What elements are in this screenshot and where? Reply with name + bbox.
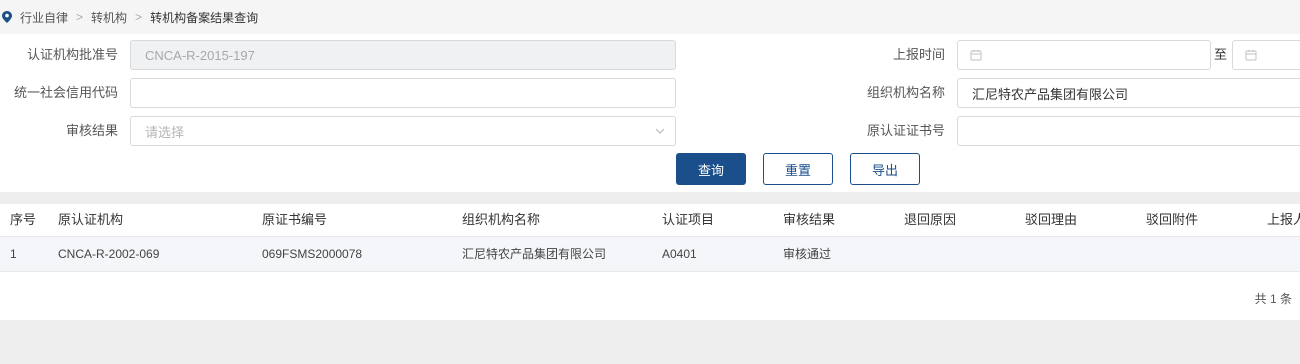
table-row[interactable]: 1 CNCA-R-2002-069 069FSMS2000078 汇尼特农产品集… bbox=[0, 237, 1300, 272]
credit-code-label: 统一社会信用代码 bbox=[13, 85, 118, 100]
approval-no-field: CNCA-R-2015-197 bbox=[130, 40, 676, 70]
chevron-down-icon bbox=[655, 128, 665, 134]
column-header-orig-cert-body: 原认证机构 bbox=[58, 212, 124, 227]
column-header-org-name: 组织机构名称 bbox=[462, 212, 541, 227]
location-pin-icon bbox=[2, 11, 12, 23]
column-header-cert-item: 认证项目 bbox=[662, 212, 715, 227]
breadcrumb-item-industry[interactable]: 行业自律 bbox=[20, 9, 68, 26]
calendar-icon bbox=[1245, 50, 1257, 61]
pagination-total: 共 1 条 bbox=[1254, 292, 1292, 306]
cell-index: 1 bbox=[10, 247, 17, 261]
breadcrumb-item-current: 转机构备案结果查询 bbox=[150, 10, 259, 25]
orig-cert-no-field[interactable] bbox=[957, 116, 1300, 146]
cell-orig-cert-body: CNCA-R-2002-069 bbox=[58, 247, 160, 261]
breadcrumb-item-transfer[interactable]: 转机构 bbox=[91, 9, 127, 26]
section-divider bbox=[0, 192, 1300, 204]
review-result-placeholder: 请选择 bbox=[145, 124, 185, 140]
reset-button[interactable]: 重置 bbox=[763, 153, 833, 185]
cell-review-result: 审核通过 bbox=[783, 247, 832, 261]
cell-cert-item: A0401 bbox=[662, 247, 697, 261]
org-name-label: 组织机构名称 bbox=[866, 85, 945, 100]
breadcrumb-separator: > bbox=[135, 10, 143, 24]
credit-code-field[interactable] bbox=[130, 78, 676, 108]
query-button[interactable]: 查询 bbox=[676, 153, 746, 185]
report-time-end-field[interactable] bbox=[1232, 40, 1300, 70]
page-footer-area bbox=[0, 320, 1300, 364]
review-result-select[interactable]: 请选择 bbox=[130, 116, 676, 146]
column-header-return-reason: 退回原因 bbox=[904, 212, 957, 227]
report-time-label: 上报时间 bbox=[892, 47, 945, 62]
breadcrumb: 行业自律 > 转机构 > 转机构备案结果查询 bbox=[0, 0, 1300, 34]
orig-cert-no-label: 原认证证书号 bbox=[866, 123, 945, 138]
search-form: 认证机构批准号 CNCA-R-2015-197 上报时间 至 统一社会信用代码 … bbox=[0, 34, 1300, 192]
cell-orig-cert-no: 069FSMS2000078 bbox=[262, 247, 363, 261]
report-time-start-field[interactable] bbox=[957, 40, 1211, 70]
column-header-orig-cert-no: 原证书编号 bbox=[262, 212, 328, 227]
results-table: 序号 原认证机构 原证书编号 组织机构名称 认证项目 审核结果 退回原因 驳回理… bbox=[0, 204, 1300, 320]
review-result-label: 审核结果 bbox=[65, 123, 118, 138]
breadcrumb-separator: > bbox=[76, 10, 84, 24]
column-header-reject-reason: 驳回理由 bbox=[1025, 212, 1078, 227]
approval-no-label: 认证机构批准号 bbox=[26, 47, 118, 62]
column-header-review-result: 审核结果 bbox=[783, 212, 836, 227]
calendar-icon bbox=[970, 50, 982, 61]
org-name-value: 汇尼特农产品集团有限公司 bbox=[972, 86, 1129, 102]
column-header-reject-attachment: 驳回附件 bbox=[1146, 212, 1199, 227]
approval-no-value: CNCA-R-2015-197 bbox=[145, 47, 255, 63]
date-range-separator: 至 bbox=[1214, 47, 1228, 62]
column-header-reporter: 上报人 bbox=[1267, 212, 1300, 227]
export-button[interactable]: 导出 bbox=[850, 153, 920, 185]
cell-org-name: 汇尼特农产品集团有限公司 bbox=[462, 247, 607, 261]
table-header: 序号 原认证机构 原证书编号 组织机构名称 认证项目 审核结果 退回原因 驳回理… bbox=[0, 204, 1300, 237]
org-name-field[interactable]: 汇尼特农产品集团有限公司 bbox=[957, 78, 1300, 108]
column-header-index: 序号 bbox=[10, 212, 37, 227]
